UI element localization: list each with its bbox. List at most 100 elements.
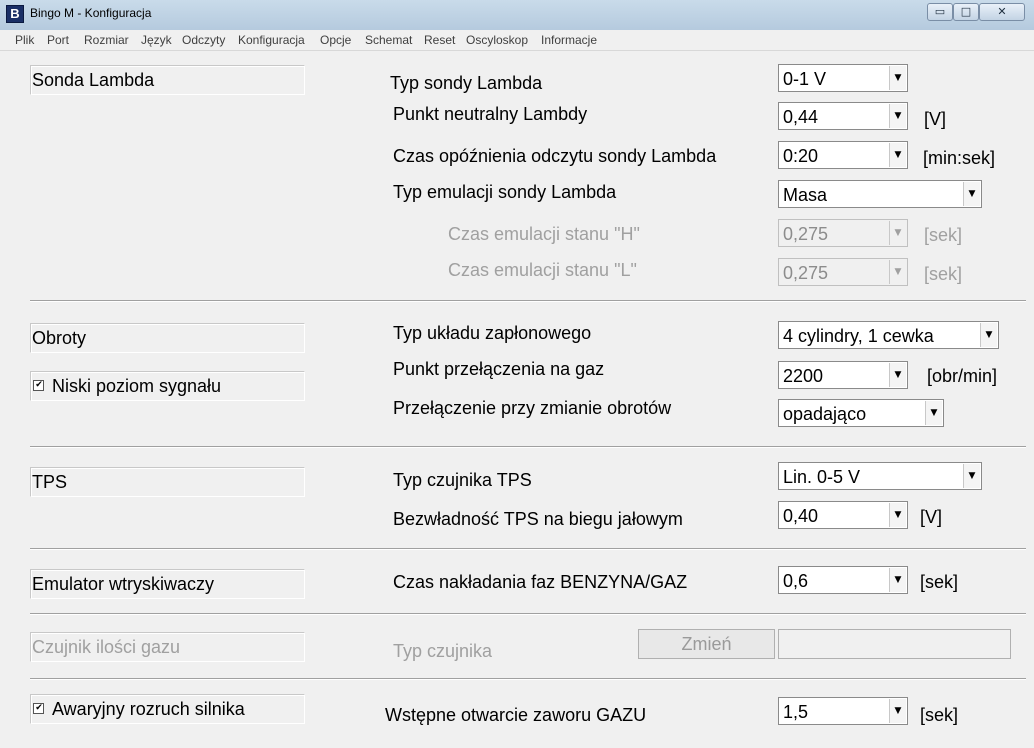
emergency-start-label: Awaryjny rozruch silnika bbox=[52, 699, 245, 719]
menu-rozmiar[interactable]: Rozmiar bbox=[84, 33, 129, 47]
valve-open-value: 1,5 bbox=[783, 702, 809, 722]
tps-idle-select[interactable]: 0,40 ▼ bbox=[778, 501, 908, 529]
lambda-delay-select[interactable]: 0:20 ▼ bbox=[778, 141, 908, 169]
group-tps: TPS bbox=[30, 467, 305, 497]
section-divider bbox=[30, 548, 1026, 550]
minimize-button[interactable]: ▭ bbox=[927, 3, 953, 21]
low-signal-checkbox[interactable]: ✔ bbox=[33, 380, 44, 391]
valve-open-unit: [sek] bbox=[920, 705, 959, 725]
lambda-delay-unit: [min:sek] bbox=[923, 148, 996, 168]
lambda-neutral-label: Punkt neutralny Lambdy bbox=[393, 104, 588, 124]
chevron-down-icon[interactable]: ▼ bbox=[889, 503, 906, 527]
emergency-start-checkbox-row[interactable]: ✔ Awaryjny rozruch silnika bbox=[30, 694, 305, 724]
chevron-down-icon[interactable]: ▼ bbox=[889, 363, 906, 387]
lambda-type-select[interactable]: 0-1 V ▼ bbox=[778, 64, 908, 92]
section-divider bbox=[30, 613, 1026, 615]
lambda-neutral-unit: [V] bbox=[924, 109, 947, 129]
switch-mode-value: opadająco bbox=[783, 404, 867, 424]
lambda-emu-type-value: Masa bbox=[783, 185, 828, 205]
ignition-type-label: Typ układu zapłonowego bbox=[393, 323, 592, 343]
lambda-emu-type-select[interactable]: Masa ▼ bbox=[778, 180, 982, 208]
group-sonda-lambda: Sonda Lambda bbox=[30, 65, 305, 95]
close-button[interactable]: ✕ bbox=[979, 3, 1025, 21]
valve-open-label: Wstępne otwarcie zaworu GAZU bbox=[385, 705, 647, 725]
chevron-down-icon[interactable]: ▼ bbox=[925, 401, 942, 425]
lambda-delay-value: 0:20 bbox=[783, 146, 819, 166]
section-divider bbox=[30, 678, 1026, 680]
menu-plik[interactable]: Plik bbox=[15, 33, 34, 47]
group-emulator-wtryskiwaczy: Emulator wtryskiwaczy bbox=[30, 569, 305, 599]
maximize-button[interactable]: □ bbox=[953, 3, 979, 21]
menu-odczyty[interactable]: Odczyty bbox=[182, 33, 225, 47]
switch-point-label: Punkt przełączenia na gaz bbox=[393, 359, 605, 379]
menu-bar: Plik Port Rozmiar Język Odczyty Konfigur… bbox=[0, 30, 1034, 51]
tps-sensor-select[interactable]: Lin. 0-5 V ▼ bbox=[778, 462, 982, 490]
lambda-neutral-select[interactable]: 0,44 ▼ bbox=[778, 102, 908, 130]
tps-idle-value: 0,40 bbox=[783, 506, 819, 526]
gas-sensor-type-label: Typ czujnika bbox=[393, 641, 493, 661]
emergency-start-checkbox[interactable]: ✔ bbox=[33, 703, 44, 714]
lambda-l-select: 0,275 ▼ bbox=[778, 258, 908, 286]
section-divider bbox=[30, 300, 1026, 302]
section-divider bbox=[30, 446, 1026, 448]
tps-sensor-value: Lin. 0-5 V bbox=[783, 467, 861, 487]
overlap-select[interactable]: 0,6 ▼ bbox=[778, 566, 908, 594]
lambda-l-label: Czas emulacji stanu "L" bbox=[448, 260, 637, 280]
chevron-down-icon[interactable]: ▼ bbox=[980, 323, 997, 347]
chevron-down-icon[interactable]: ▼ bbox=[963, 464, 980, 488]
chevron-down-icon: ▼ bbox=[889, 260, 906, 284]
switch-mode-select[interactable]: opadająco ▼ bbox=[778, 399, 944, 427]
lambda-type-value: 0-1 V bbox=[783, 69, 827, 89]
ignition-type-select[interactable]: 4 cylindry, 1 cewka ▼ bbox=[778, 321, 999, 349]
lambda-h-select: 0,275 ▼ bbox=[778, 219, 908, 247]
menu-jezyk[interactable]: Język bbox=[141, 33, 172, 47]
window-title: Bingo M - Konfiguracja bbox=[30, 6, 152, 20]
low-signal-label: Niski poziom sygnału bbox=[52, 376, 222, 396]
chevron-down-icon[interactable]: ▼ bbox=[963, 182, 980, 206]
tps-sensor-label: Typ czujnika TPS bbox=[393, 470, 532, 490]
lambda-emu-type-label: Typ emulacji sondy Lambda bbox=[393, 182, 617, 202]
lambda-l-value: 0,275 bbox=[783, 263, 829, 283]
group-czujnik-ilosci-gazu: Czujnik ilości gazu bbox=[30, 632, 305, 662]
overlap-label: Czas nakładania faz BENZYNA/GAZ bbox=[393, 572, 688, 592]
maximize-icon: □ bbox=[960, 5, 972, 18]
valve-open-select[interactable]: 1,5 ▼ bbox=[778, 697, 908, 725]
switch-point-unit: [obr/min] bbox=[927, 366, 998, 386]
chevron-down-icon[interactable]: ▼ bbox=[889, 568, 906, 592]
tps-idle-unit: [V] bbox=[920, 507, 943, 527]
switch-point-select[interactable]: 2200 ▼ bbox=[778, 361, 908, 389]
lambda-h-value: 0,275 bbox=[783, 224, 829, 244]
lambda-type-label: Typ sondy Lambda bbox=[390, 73, 543, 93]
menu-reset[interactable]: Reset bbox=[424, 33, 455, 47]
low-signal-checkbox-row[interactable]: ✔ Niski poziom sygnału bbox=[30, 371, 305, 401]
tps-idle-label: Bezwładność TPS na biegu jałowym bbox=[393, 509, 683, 529]
chevron-down-icon[interactable]: ▼ bbox=[889, 104, 906, 128]
chevron-down-icon[interactable]: ▼ bbox=[889, 66, 906, 90]
chevron-down-icon[interactable]: ▼ bbox=[889, 143, 906, 167]
change-button: Zmień bbox=[638, 629, 775, 659]
minimize-icon: ▭ bbox=[934, 5, 946, 18]
lambda-l-unit: [sek] bbox=[924, 264, 963, 284]
menu-informacje[interactable]: Informacje bbox=[541, 33, 597, 47]
overlap-unit: [sek] bbox=[920, 572, 959, 592]
menu-opcje[interactable]: Opcje bbox=[320, 33, 351, 47]
lambda-h-label: Czas emulacji stanu "H" bbox=[448, 224, 640, 244]
lambda-delay-label: Czas opóźnienia odczytu sondy Lambda bbox=[393, 146, 717, 166]
menu-oscyloskop[interactable]: Oscyloskop bbox=[466, 33, 528, 47]
switch-mode-label: Przełączenie przy zmianie obrotów bbox=[393, 398, 672, 418]
menu-port[interactable]: Port bbox=[47, 33, 69, 47]
lambda-h-unit: [sek] bbox=[924, 225, 963, 245]
lambda-neutral-value: 0,44 bbox=[783, 107, 819, 127]
overlap-value: 0,6 bbox=[783, 571, 809, 591]
group-obroty: Obroty bbox=[30, 323, 305, 353]
close-icon: ✕ bbox=[997, 5, 1007, 18]
gas-sensor-field bbox=[778, 629, 1011, 659]
chevron-down-icon: ▼ bbox=[889, 221, 906, 245]
switch-point-value: 2200 bbox=[783, 366, 824, 386]
app-icon: B bbox=[6, 5, 24, 23]
title-bar: B Bingo M - Konfiguracja ▭ □ ✕ bbox=[0, 0, 1034, 30]
chevron-down-icon[interactable]: ▼ bbox=[889, 699, 906, 723]
ignition-type-value: 4 cylindry, 1 cewka bbox=[783, 326, 934, 346]
menu-schemat[interactable]: Schemat bbox=[365, 33, 412, 47]
menu-konfiguracja[interactable]: Konfiguracja bbox=[238, 33, 305, 47]
